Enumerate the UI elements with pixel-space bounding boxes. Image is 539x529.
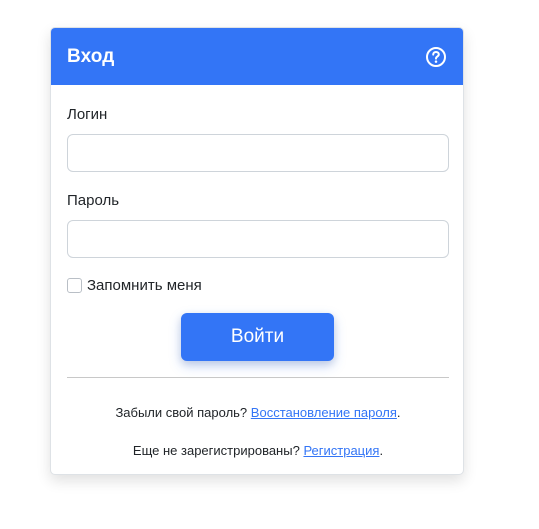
question-circle-icon[interactable] [425,46,447,68]
register-link[interactable]: Регистрация [303,443,379,458]
remember-me-label: Запомнить меня [87,277,202,294]
login-button[interactable]: Войти [181,313,334,361]
password-recovery-link[interactable]: Восстановление пароля [251,405,397,420]
divider [67,377,449,378]
checkbox-box[interactable] [67,278,82,293]
register-line: Еще не зарегистрированы? Регистрация. [51,443,463,458]
forgot-password-line: Забыли свой пароль? Восстановление парол… [51,405,463,420]
login-card: Вход Логин Пароль Запомнить меня Войти З… [50,27,464,475]
password-label: Пароль [67,192,120,209]
register-suffix: . [379,443,384,458]
remember-me-checkbox[interactable]: Запомнить меня [67,277,202,294]
register-text: Еще не зарегистрированы? [132,443,300,458]
forgot-suffix: . [396,405,401,420]
card-header: Вход [51,28,463,85]
login-input[interactable] [67,134,449,172]
forgot-password-text: Забыли свой пароль? [115,405,248,420]
card-title: Вход [67,45,115,67]
password-input[interactable] [67,220,449,258]
login-label: Логин [67,106,108,123]
